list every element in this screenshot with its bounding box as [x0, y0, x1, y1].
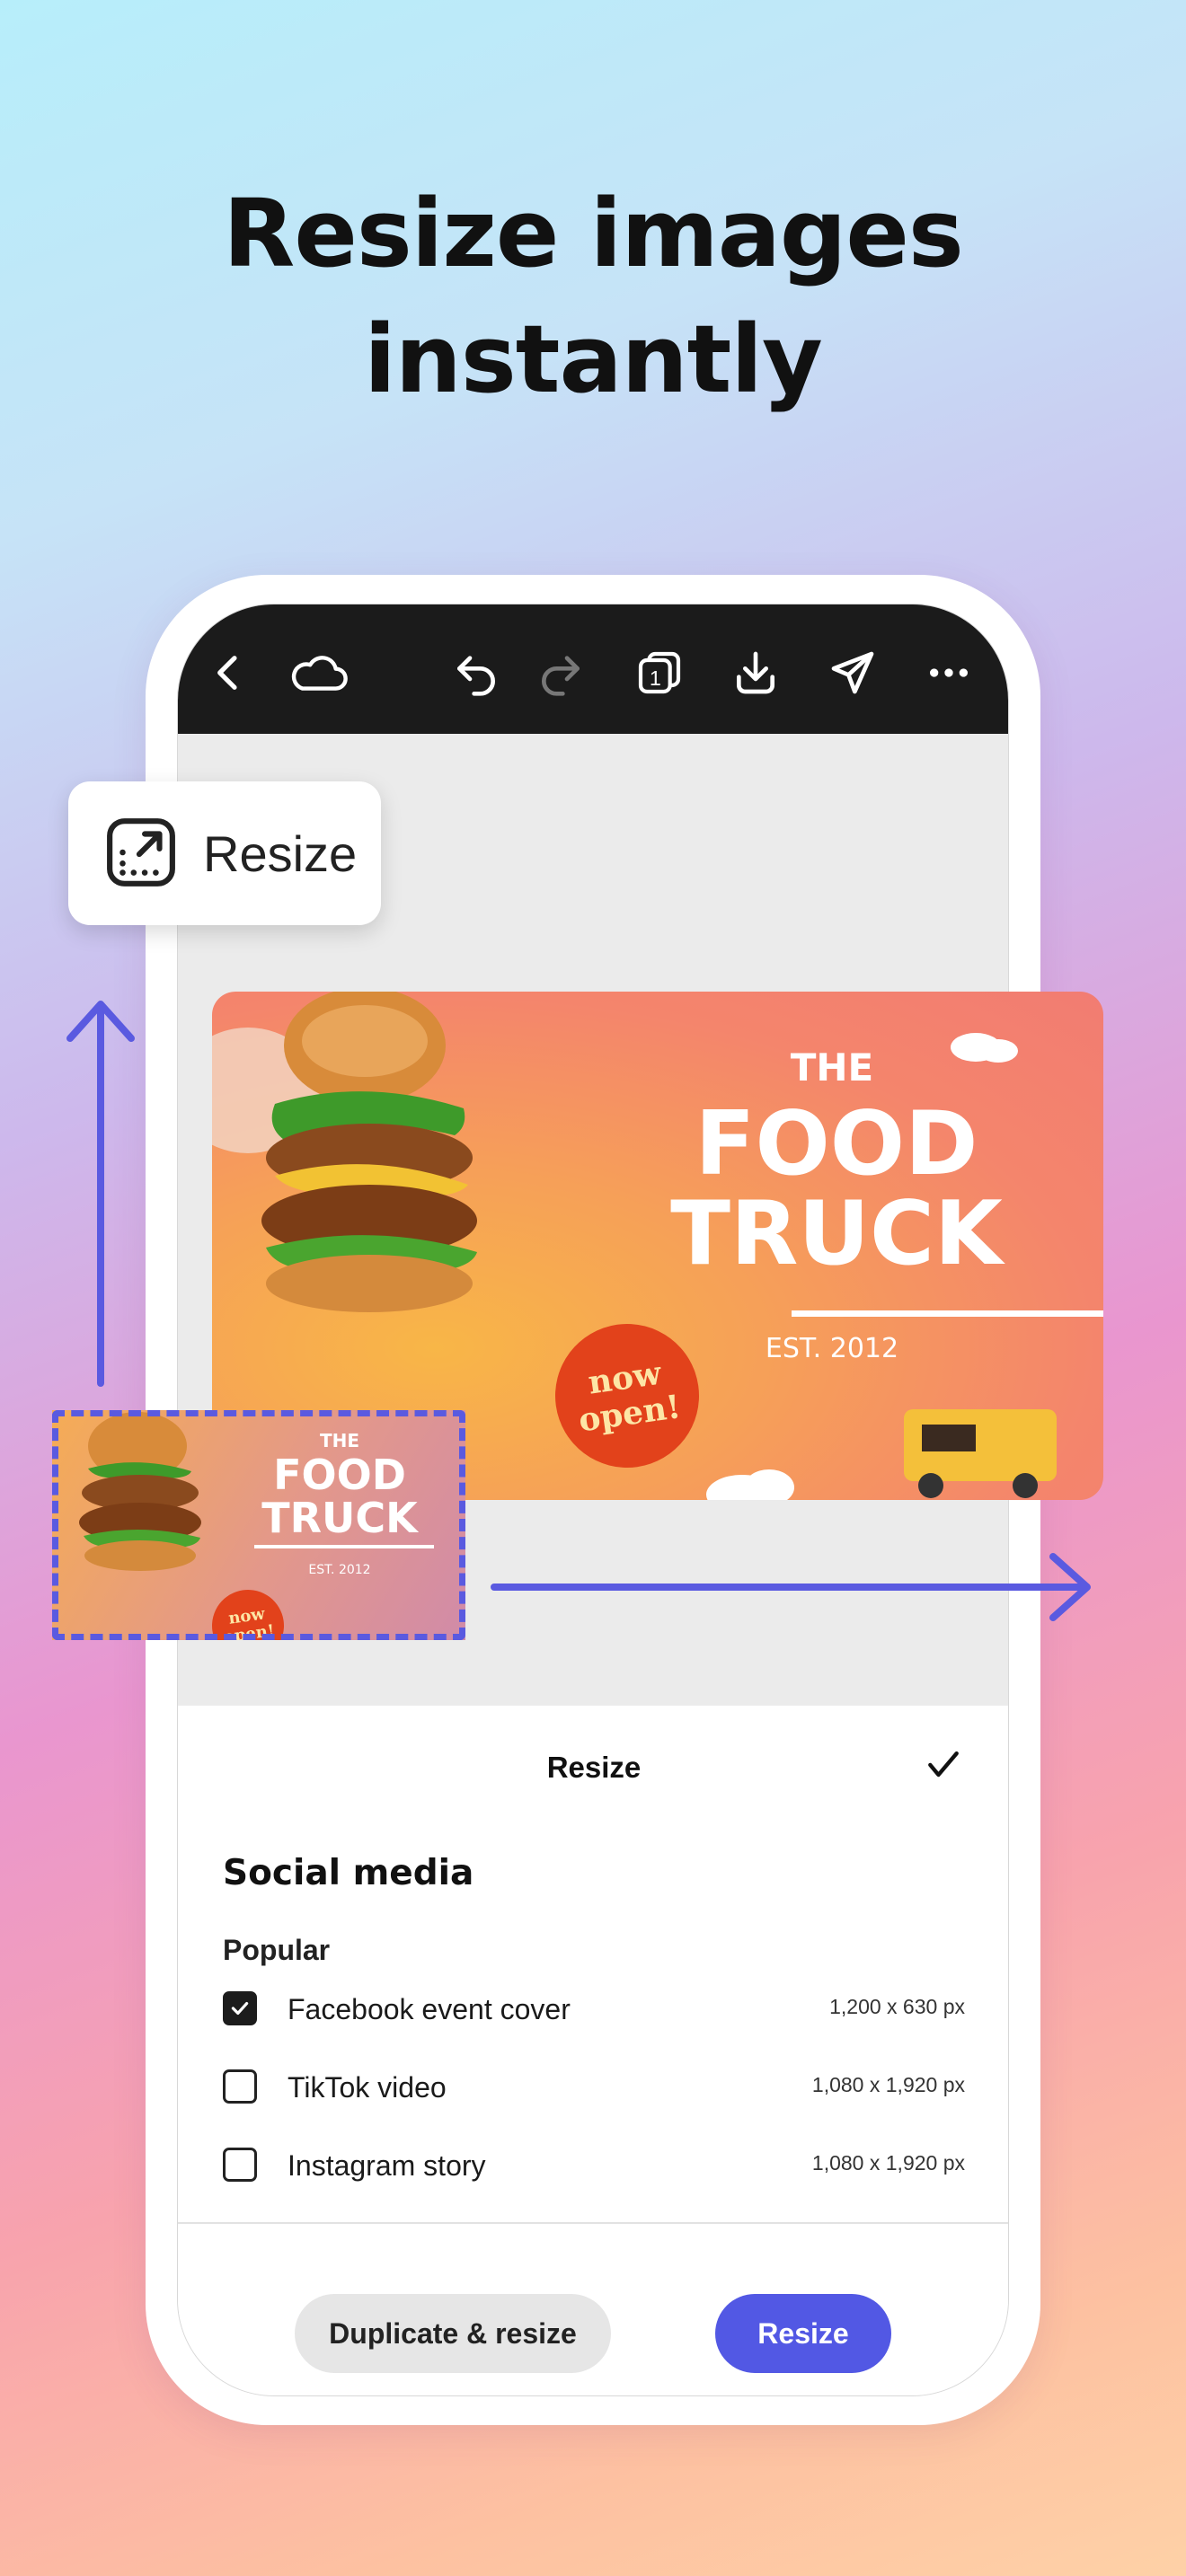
subsection-title: Popular [223, 1934, 331, 1966]
more-icon[interactable] [922, 646, 976, 700]
resize-button[interactable]: Resize [715, 2294, 891, 2373]
pages-icon[interactable]: 1 [633, 646, 686, 700]
resize-chip-label: Resize [203, 825, 358, 882]
option-size: 1,200 x 630 px [829, 1995, 965, 2018]
duplicate-resize-button[interactable]: Duplicate & resize [295, 2294, 611, 2373]
share-icon[interactable] [826, 646, 880, 700]
checkmark-icon [231, 2001, 249, 2016]
back-icon[interactable] [201, 646, 255, 700]
divider [178, 2222, 1008, 2224]
banner-the: THE [790, 1045, 874, 1090]
option-facebook-event-cover[interactable]: Facebook event cover 1,200 x 630 px [223, 1989, 965, 2034]
checkbox[interactable] [223, 2148, 257, 2182]
banner-est: EST. 2012 [765, 1333, 899, 1364]
option-label: Facebook event cover [288, 1993, 571, 2025]
checkbox[interactable] [223, 2069, 257, 2104]
checkbox-checked[interactable] [223, 1991, 257, 2025]
option-label: Instagram story [288, 2149, 486, 2182]
headline-line-2: instantly [364, 304, 823, 414]
headline-line-1: Resize images [223, 179, 964, 288]
option-size: 1,080 x 1,920 px [811, 2151, 965, 2175]
arrow-up-icon [66, 1001, 135, 1387]
undo-icon[interactable] [449, 646, 503, 700]
option-instagram-story[interactable]: Instagram story 1,080 x 1,920 px [223, 2146, 965, 2191]
option-label: TikTok video [288, 2071, 447, 2104]
option-size: 1,080 x 1,920 px [811, 2073, 965, 2096]
confirm-check-icon[interactable] [924, 1745, 963, 1785]
cloud-icon[interactable] [284, 646, 352, 700]
resize-sheet: Resize Social media Popular Facebook eve… [178, 1706, 1008, 2395]
pages-count: 1 [650, 666, 661, 690]
download-icon[interactable] [729, 646, 783, 700]
headline: Resize images instantly [0, 171, 1186, 422]
option-tiktok-video[interactable]: TikTok video 1,080 x 1,920 px [223, 2068, 965, 2113]
banner-truck: TRUCK [670, 1183, 1003, 1285]
resize-icon [107, 818, 175, 887]
sheet-title: Resize [546, 1751, 642, 1784]
banner-food: FOOD [695, 1093, 978, 1195]
resize-selection-frame[interactable] [52, 1410, 465, 1640]
redo-icon[interactable] [534, 646, 588, 700]
resize-chip[interactable]: Resize [68, 781, 381, 925]
section-title: Social media [223, 1853, 474, 1893]
editor-toolbar: 1 [178, 604, 1008, 734]
